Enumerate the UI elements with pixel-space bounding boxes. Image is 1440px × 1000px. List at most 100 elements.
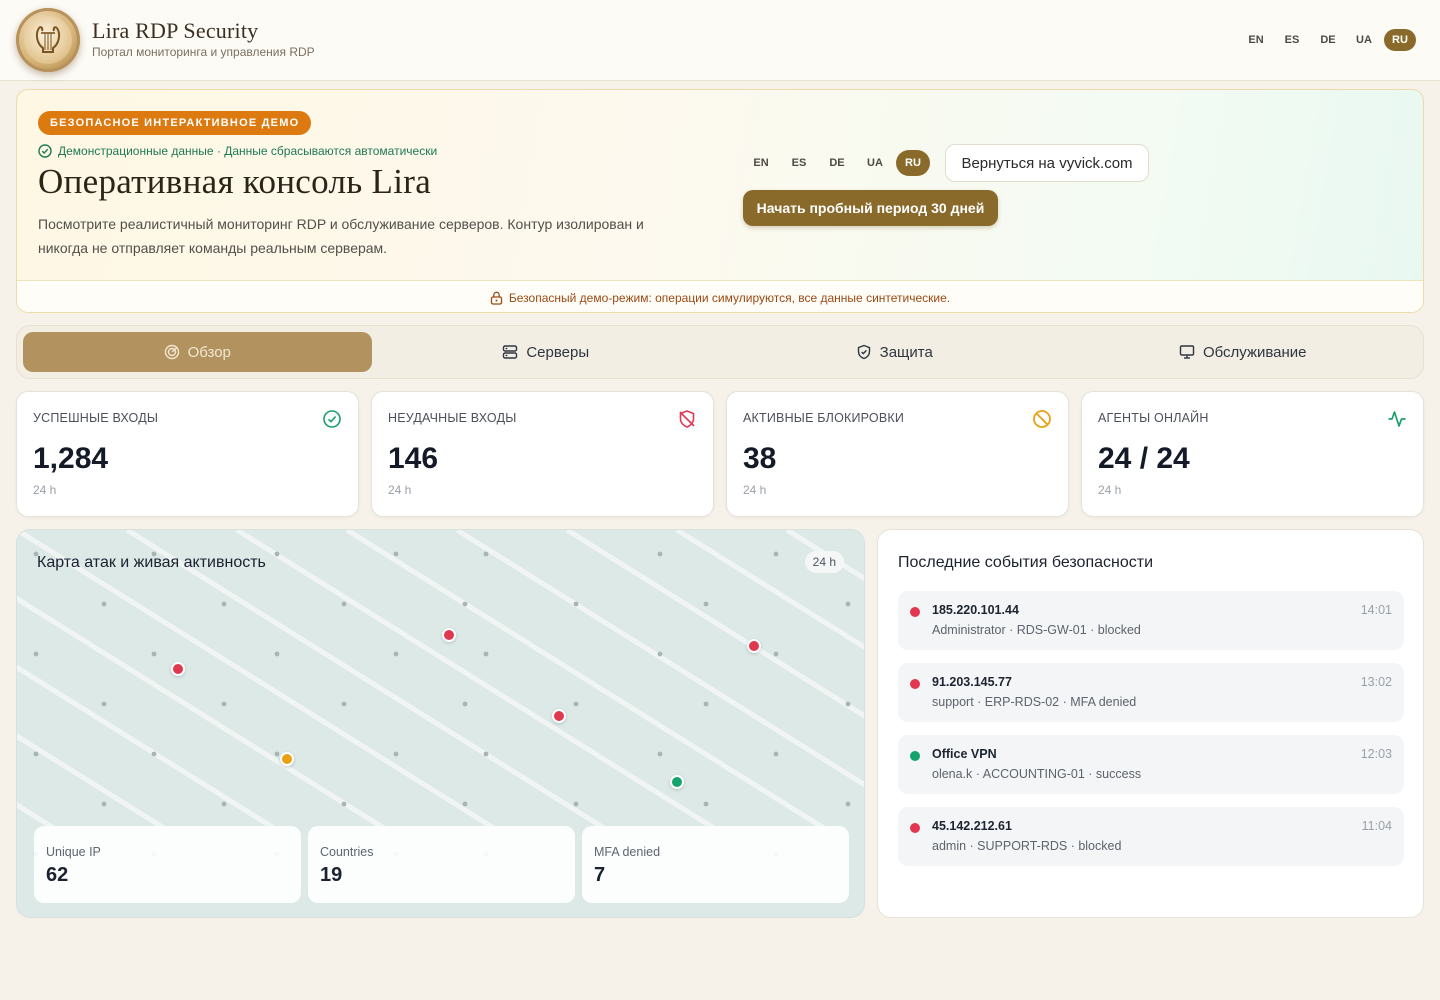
event-status-dot xyxy=(910,679,920,689)
event-row[interactable]: 45.142.212.61 admin · SUPPORT-RDS · bloc… xyxy=(898,807,1404,866)
check-circle-icon xyxy=(38,144,52,158)
stat-value: 146 xyxy=(388,442,439,475)
safe-mode-text: Безопасный демо-режим: операции симулиру… xyxy=(508,290,951,305)
event-time: 12:03 xyxy=(1360,747,1392,761)
map-summary-label: Unique IP xyxy=(46,845,101,859)
tab-maintenance-label: Обслуживание xyxy=(1202,343,1307,361)
activity-icon xyxy=(1388,411,1406,427)
shield-icon xyxy=(857,344,870,360)
tab-servers-label: Серверы xyxy=(526,343,590,361)
app-subtitle: Портал мониторинга и управления RDP xyxy=(92,45,315,59)
demo-data-note-text: Демонстрационные данные · Данные сбрасыв… xyxy=(58,144,438,158)
tab-protection-label: Защита xyxy=(879,343,933,361)
hero-lang-de-button[interactable]: DE xyxy=(820,150,854,176)
event-time: 11:04 xyxy=(1361,819,1392,833)
event-row[interactable]: 91.203.145.77 support · ERP-RDS-02 · MFA… xyxy=(898,663,1404,722)
hero-lang-es-button[interactable]: ES xyxy=(782,150,816,176)
radar-icon xyxy=(164,344,179,360)
ban-icon xyxy=(1033,410,1051,428)
back-to-site-button[interactable]: Вернуться на vyvick.com xyxy=(945,144,1149,182)
demo-data-note: Демонстрационные данные · Данные сбрасыв… xyxy=(38,144,437,158)
tab-maintenance[interactable]: Обслуживание xyxy=(1069,332,1418,372)
demo-badge: БЕЗОПАСНОЕ ИНТЕРАКТИВНОЕ ДЕМО xyxy=(38,111,312,135)
lock-icon xyxy=(490,291,503,305)
stat-period: 24 h xyxy=(33,483,57,497)
language-switcher-hero: EN ES DE UA RU xyxy=(744,150,930,176)
event-detail: admin · SUPPORT-RDS · blocked xyxy=(932,839,1122,853)
tab-overview-label: Обзор xyxy=(187,343,231,361)
lang-de-button[interactable]: DE xyxy=(1312,29,1344,51)
hero-lang-ru-button[interactable]: RU xyxy=(896,150,930,176)
lang-ua-button[interactable]: UA xyxy=(1348,29,1380,51)
stat-label: АГЕНТЫ ОНЛАЙН xyxy=(1098,411,1209,425)
language-switcher-top: EN ES DE UA RU xyxy=(1240,29,1416,51)
map-point-blocked[interactable] xyxy=(442,628,456,642)
security-events-title: Последние события безопасности xyxy=(898,554,1153,571)
stat-label: УСПЕШНЫЕ ВХОДЫ xyxy=(33,411,159,425)
attack-map-title: Карта атак и живая активность xyxy=(37,554,266,571)
map-point-warning[interactable] xyxy=(280,752,294,766)
safe-mode-banner: Безопасный демо-режим: операции симулиру… xyxy=(17,280,1423,312)
map-summary-value: 7 xyxy=(594,864,606,886)
main-tabs: Обзор Серверы Защита Обслуживание xyxy=(16,325,1424,379)
lyre-icon xyxy=(35,26,61,53)
map-summary-label: MFA denied xyxy=(594,845,661,859)
stat-period: 24 h xyxy=(743,483,767,497)
tab-servers[interactable]: Серверы xyxy=(372,332,721,372)
stat-card-failed-logins: НЕУДАЧНЫЕ ВХОДЫ 146 24 h xyxy=(371,391,714,517)
event-row[interactable]: 185.220.101.44 Administrator · RDS-GW-01… xyxy=(898,591,1404,650)
map-summary-label: Countries xyxy=(320,845,374,859)
event-status-dot xyxy=(910,823,920,833)
stat-period: 24 h xyxy=(1098,483,1122,497)
console-description: Посмотрите реалистичный мониторинг RDP и… xyxy=(38,216,644,256)
lang-es-button[interactable]: ES xyxy=(1276,29,1308,51)
tab-protection[interactable]: Защита xyxy=(720,332,1069,372)
console-title: Оперативная консоль Lira xyxy=(38,162,432,201)
server-icon xyxy=(503,345,518,359)
tab-overview[interactable]: Обзор xyxy=(23,332,372,372)
start-trial-button[interactable]: Начать пробный период 30 дней xyxy=(743,190,998,226)
event-time: 13:02 xyxy=(1360,675,1392,689)
attack-map-panel: Карта атак и живая активность 24 h Uniqu… xyxy=(16,529,865,918)
check-circle-icon xyxy=(323,410,341,428)
stat-card-agents-online: АГЕНТЫ ОНЛАЙН 24 / 24 24 h xyxy=(1081,391,1424,517)
shield-off-icon xyxy=(679,410,695,428)
hero-lang-en-button[interactable]: EN xyxy=(744,150,778,176)
monitor-icon xyxy=(1179,345,1195,359)
stat-label: НЕУДАЧНЫЕ ВХОДЫ xyxy=(388,411,517,425)
event-source: 185.220.101.44 xyxy=(932,603,1019,617)
stat-card-active-blocks: АКТИВНЫЕ БЛОКИРОВКИ 38 24 h xyxy=(726,391,1069,517)
map-point-blocked[interactable] xyxy=(747,639,761,653)
event-time: 14:01 xyxy=(1360,603,1392,617)
lang-ru-button[interactable]: RU xyxy=(1384,29,1416,51)
app-title: Lira RDP Security xyxy=(92,18,259,43)
hero-lang-ua-button[interactable]: UA xyxy=(858,150,892,176)
map-point-blocked[interactable] xyxy=(171,662,185,676)
lira-logo[interactable] xyxy=(16,8,80,72)
event-source: 45.142.212.61 xyxy=(932,819,1012,833)
stat-card-successful-logins: УСПЕШНЫЕ ВХОДЫ 1,284 24 h xyxy=(16,391,359,517)
lang-en-button[interactable]: EN xyxy=(1240,29,1272,51)
event-detail: Administrator · RDS-GW-01 · blocked xyxy=(932,623,1141,637)
stat-period: 24 h xyxy=(388,483,412,497)
stat-value: 24 / 24 xyxy=(1098,442,1190,475)
event-status-dot xyxy=(910,751,920,761)
attack-map-period[interactable]: 24 h xyxy=(804,551,844,573)
map-point-blocked[interactable] xyxy=(552,709,566,723)
map-summary-unique-ip: Unique IP 62 xyxy=(34,826,301,903)
event-detail: olena.k · ACCOUNTING-01 · success xyxy=(932,767,1142,781)
event-row[interactable]: Office VPN olena.k · ACCOUNTING-01 · suc… xyxy=(898,735,1404,794)
security-events-panel: Последние события безопасности 185.220.1… xyxy=(877,529,1424,918)
top-bar: Lira RDP Security Портал мониторинга и у… xyxy=(0,0,1440,81)
map-summary-mfa-denied: MFA denied 7 xyxy=(582,826,849,903)
stat-value: 1,284 xyxy=(33,442,109,475)
map-summary-value: 19 xyxy=(320,864,343,886)
map-summary-value: 62 xyxy=(46,864,69,886)
demo-hero-panel: БЕЗОПАСНОЕ ИНТЕРАКТИВНОЕ ДЕМО Демонстрац… xyxy=(16,89,1424,313)
event-status-dot xyxy=(910,607,920,617)
stat-value: 38 xyxy=(743,442,777,475)
map-point-success[interactable] xyxy=(670,775,684,789)
event-detail: support · ERP-RDS-02 · MFA denied xyxy=(932,695,1137,709)
stat-label: АКТИВНЫЕ БЛОКИРОВКИ xyxy=(743,411,905,425)
event-source: 91.203.145.77 xyxy=(932,675,1012,689)
